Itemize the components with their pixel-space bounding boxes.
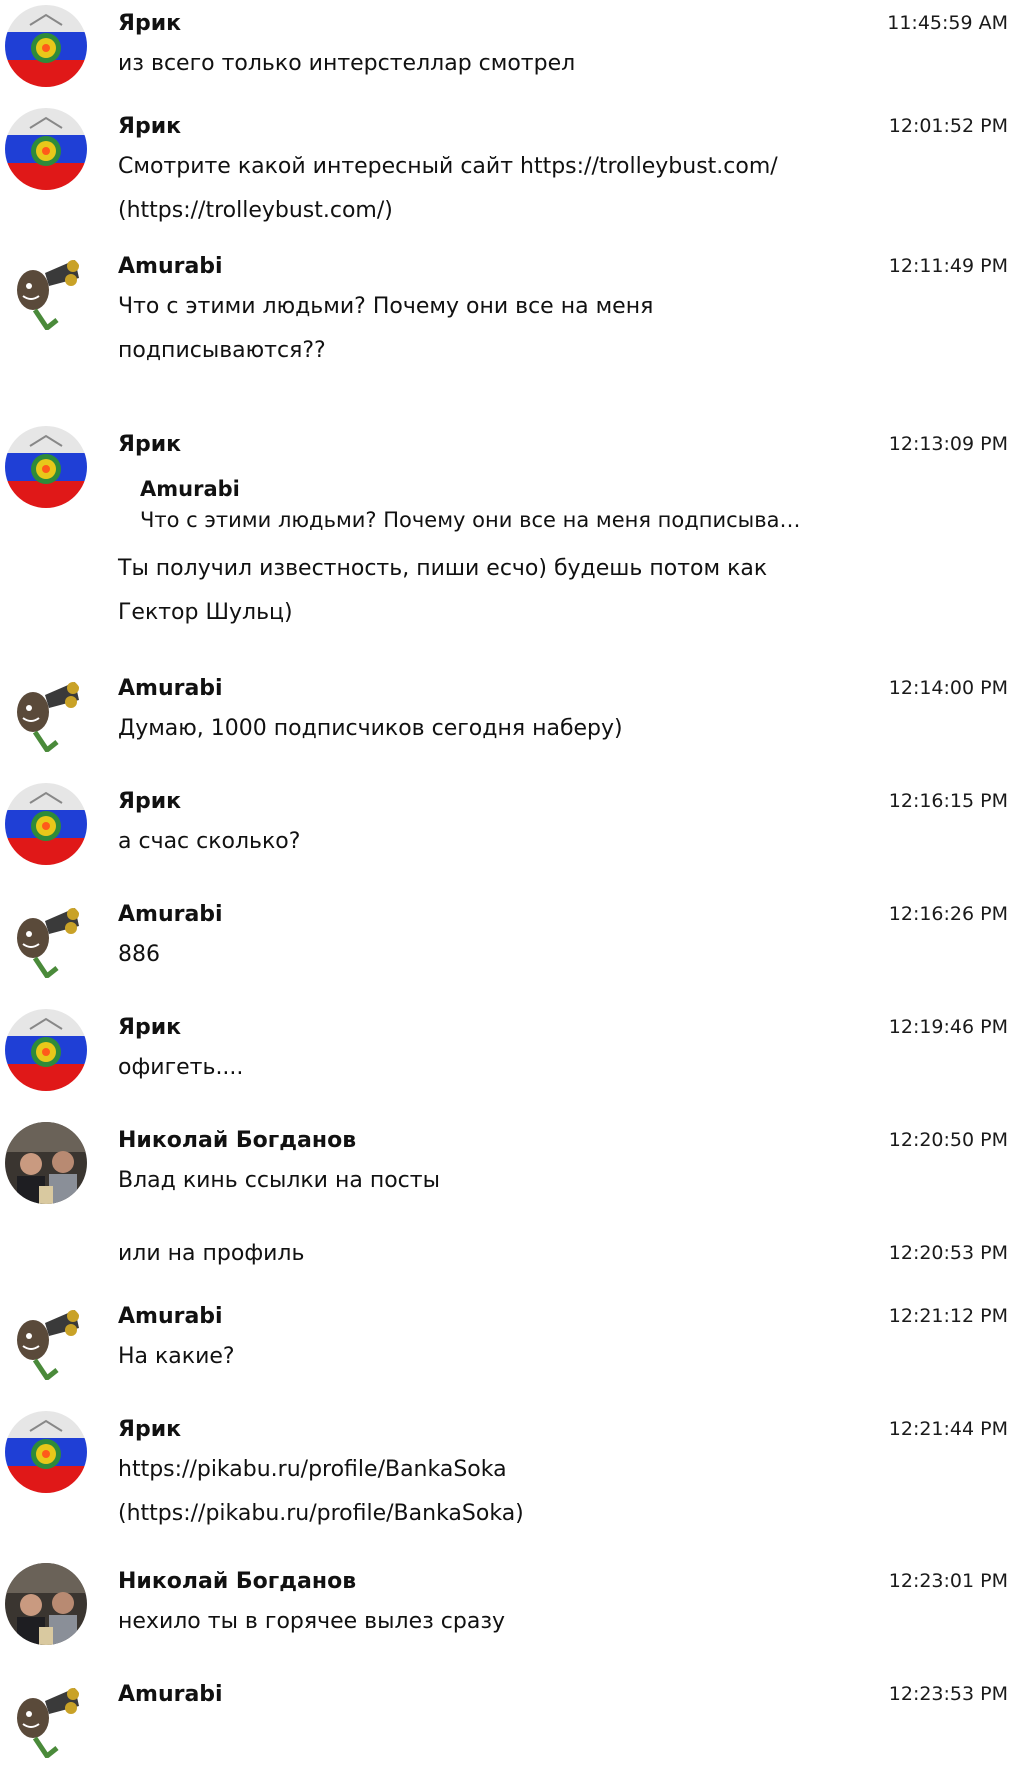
message-text: Ты получил известность, пиши есчо) будеш… (118, 556, 768, 625)
message-timestamp: 11:45:59 AM (887, 12, 1008, 34)
message-text: а счас сколько? (118, 829, 301, 854)
message-author: Amurabi (118, 1682, 223, 1707)
russia-emblem-avatar[interactable] (5, 1411, 87, 1493)
message-author: Ярик (118, 114, 182, 139)
message-item[interactable]: Ярик 12:01:52 PM Смотрите какой интересн… (0, 103, 1018, 233)
cartoon-character-avatar[interactable] (5, 670, 87, 752)
message-feed[interactable]: Ярик 11:45:59 AM из всего только интерст… (0, 0, 1018, 1777)
message-timestamp: 12:16:15 PM (888, 790, 1008, 812)
message-timestamp: 12:20:50 PM (888, 1129, 1008, 1151)
message-timestamp: 12:14:00 PM (888, 677, 1008, 699)
cartoon-character-avatar[interactable] (5, 1298, 87, 1380)
russia-emblem-avatar[interactable] (5, 1009, 87, 1091)
message-item[interactable]: Amurabi 12:14:00 PM Думаю, 1000 подписчи… (0, 665, 1018, 765)
message-text: На какие? (118, 1344, 235, 1369)
russia-emblem-avatar[interactable] (5, 5, 87, 87)
message-timestamp: 12:01:52 PM (888, 115, 1008, 137)
message-text: нехило ты в горячее вылез сразу (118, 1609, 506, 1634)
cartoon-character-avatar[interactable] (5, 248, 87, 330)
quoted-message[interactable]: Amurabi Что с этими людьми? Почему они в… (140, 475, 860, 537)
cartoon-character-avatar[interactable] (5, 896, 87, 978)
message-author: Ярик (118, 789, 182, 814)
message-item[interactable]: Amurabi 12:16:26 PM 886 (0, 891, 1018, 991)
russia-emblem-avatar[interactable] (5, 108, 87, 190)
message-item[interactable]: Ярик 11:45:59 AM из всего только интерст… (0, 0, 1018, 100)
message-timestamp: 12:23:53 PM (888, 1683, 1008, 1705)
message-text: Влад кинь ссылки на посты (118, 1168, 440, 1193)
russia-emblem-avatar[interactable] (5, 426, 87, 508)
russia-emblem-avatar[interactable] (5, 783, 87, 865)
message-timestamp: 12:16:26 PM (888, 903, 1008, 925)
message-timestamp: 12:13:09 PM (888, 433, 1008, 455)
message-text: Смотрите какой интересный сайт https://t… (118, 154, 778, 223)
cartoon-character-avatar[interactable] (5, 1676, 87, 1758)
message-timestamp: 12:20:53 PM (888, 1242, 1008, 1264)
message-author: Ярик (118, 1015, 182, 1040)
message-author: Amurabi (118, 676, 223, 701)
message-timestamp: 12:21:12 PM (888, 1305, 1008, 1327)
message-text: Думаю, 1000 подписчиков сегодня наберу) (118, 716, 623, 741)
message-text: офигеть.... (118, 1055, 244, 1080)
message-author: Николай Богданов (118, 1128, 357, 1153)
message-author: Amurabi (118, 1304, 223, 1329)
message-text: https://pikabu.ru/profile/BankaSoka (htt… (118, 1457, 524, 1526)
message-timestamp: 12:19:46 PM (888, 1016, 1008, 1038)
message-text: Что с этими людьми? Почему они все на ме… (118, 294, 654, 363)
message-author: Николай Богданов (118, 1569, 357, 1594)
message-item[interactable]: Amurabi 12:11:49 PM Что с этими людьми? … (0, 243, 1018, 373)
message-timestamp: 12:21:44 PM (888, 1418, 1008, 1440)
message-author: Amurabi (118, 254, 223, 279)
quoted-message-text: Что с этими людьми? Почему они все на ме… (140, 508, 801, 532)
message-author: Ярик (118, 432, 182, 457)
message-text: из всего только интерстеллар смотрел (118, 51, 576, 76)
message-item[interactable]: Ярик 12:19:46 PM офигеть.... (0, 1004, 1018, 1104)
message-text: или на профиль (118, 1241, 305, 1266)
message-item[interactable]: Ярик 12:13:09 PM Amurabi Что с этими люд… (0, 421, 1018, 651)
message-item[interactable]: Николай Богданов 12:20:50 PM Влад кинь с… (0, 1117, 1018, 1217)
message-author: Ярик (118, 11, 182, 36)
message-text: 886 (118, 942, 160, 967)
message-item[interactable]: Amurabi 12:23:53 PM (0, 1671, 1018, 1777)
quoted-message-author: Amurabi (140, 477, 240, 501)
message-timestamp: 12:11:49 PM (888, 255, 1008, 277)
message-item[interactable]: Ярик 12:16:15 PM а счас сколько? (0, 778, 1018, 878)
message-item[interactable]: Amurabi 12:21:12 PM На какие? (0, 1293, 1018, 1393)
message-timestamp: 12:23:01 PM (888, 1570, 1008, 1592)
message-author: Amurabi (118, 902, 223, 927)
message-item[interactable]: Ярик 12:21:44 PM https://pikabu.ru/profi… (0, 1406, 1018, 1546)
message-item[interactable]: 12:20:53 PM или на профиль (0, 1230, 1018, 1280)
message-item[interactable]: Николай Богданов 12:23:01 PM нехило ты в… (0, 1558, 1018, 1658)
message-author: Ярик (118, 1417, 182, 1442)
photo-avatar[interactable] (5, 1563, 87, 1645)
photo-avatar[interactable] (5, 1122, 87, 1204)
